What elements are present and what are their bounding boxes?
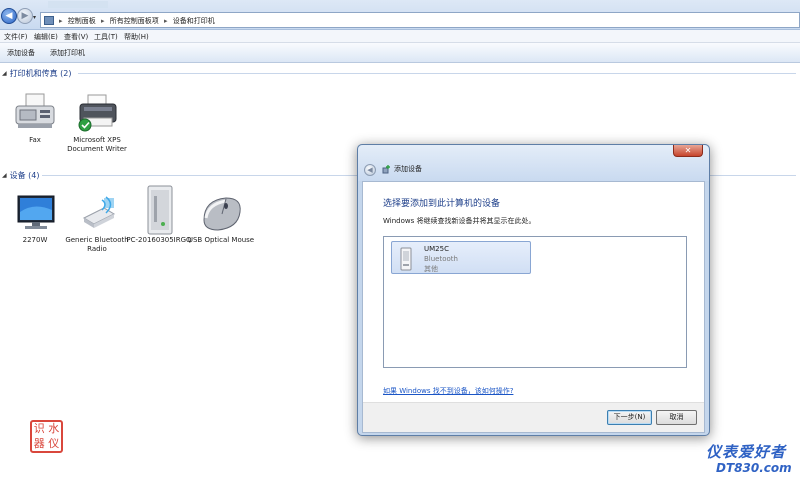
add-printer-button[interactable]: 添加打印机 [50, 48, 85, 58]
mouse-icon [196, 192, 246, 236]
device-label: Microsoft XPS Document Writer [67, 136, 127, 153]
menu-view[interactable]: 查看(V) [64, 32, 88, 42]
history-dropdown-icon[interactable]: ▾ [33, 14, 36, 21]
seal-char: 水 [48, 422, 60, 435]
address-box[interactable]: ▸ 控制面板 ▸ 所有控制面板项 ▸ 设备和打印机 [40, 12, 800, 28]
command-bar: 添加设备 添加打印机 [0, 43, 800, 63]
breadcrumb-separator: ▸ [163, 17, 168, 25]
add-device-button[interactable]: 添加设备 [7, 48, 35, 58]
breadcrumb-control-panel[interactable]: 控制面板 [68, 17, 96, 25]
menu-tools[interactable]: 工具(T) [94, 32, 118, 42]
found-device-item[interactable]: UM25C Bluetooth 其他 [391, 241, 531, 274]
device-mouse[interactable]: USB Optical Mouse [186, 192, 256, 245]
address-bar: ◀ ▶ ▾ ▸ 控制面板 ▸ 所有控制面板项 ▸ 设备和打印机 [0, 0, 800, 30]
window-title-bar [48, 1, 108, 8]
device-label: Fax [29, 136, 41, 144]
dialog-close-button[interactable]: ✕ [673, 145, 703, 157]
breadcrumb: ▸ 控制面板 ▸ 所有控制面板项 ▸ 设备和打印机 [59, 16, 218, 26]
device-fax[interactable]: Fax [0, 92, 70, 145]
seal-watermark: 识 水 器 仪 [30, 420, 63, 453]
group-title: 打印机和传真 (2) [9, 69, 72, 78]
breadcrumb-separator: ▸ [100, 17, 105, 25]
monitor-icon [10, 192, 60, 236]
device-label: USB Optical Mouse [187, 236, 255, 244]
collapse-icon: ◢ [2, 172, 7, 179]
brand-watermark: 仪表爱好者 [706, 443, 787, 461]
bluetooth-adapter-icon [72, 192, 122, 236]
add-device-dialog: ✕ ◀ 添加设备 选择要添加到此计算机的设备 Windows 将继续查找新设备并… [357, 144, 710, 436]
device-monitor[interactable]: 2270W [0, 192, 70, 245]
add-device-icon [382, 164, 391, 174]
forward-button[interactable]: ▶ [17, 8, 33, 24]
menu-edit[interactable]: 编辑(E) [34, 32, 58, 42]
dialog-title-text: 添加设备 [394, 165, 422, 173]
dialog-title: 添加设备 [382, 164, 422, 174]
group-divider [78, 73, 796, 74]
dialog-heading: 选择要添加到此计算机的设备 [383, 199, 501, 209]
device-label: 2270W [22, 236, 48, 244]
cancel-button[interactable]: 取消 [656, 410, 697, 425]
device-label: PC-20160305IRGQ [126, 236, 192, 244]
menu-bar: 文件(F) 编辑(E) 查看(V) 工具(T) 帮助(H) [0, 30, 800, 43]
dialog-titlebar: ✕ ◀ 添加设备 [358, 145, 709, 181]
computer-icon [134, 182, 184, 236]
found-device-list[interactable]: UM25C Bluetooth 其他 [383, 236, 687, 368]
breadcrumb-separator: ▸ [59, 17, 63, 25]
group-header-printers[interactable]: ◢ 打印机和传真 (2) [2, 68, 72, 79]
group-title: 设备 (4) [9, 171, 40, 180]
generic-device-icon [399, 247, 413, 271]
seal-char: 识 [33, 422, 45, 435]
back-button[interactable]: ◀ [1, 8, 17, 24]
url-watermark: DT830.com [716, 461, 792, 475]
menu-file[interactable]: 文件(F) [4, 32, 28, 42]
collapse-icon: ◢ [2, 70, 7, 77]
device-computer[interactable]: PC-20160305IRGQ [124, 182, 194, 245]
found-device-category: 其他 [424, 265, 438, 273]
control-panel-icon [44, 16, 54, 25]
menu-help[interactable]: 帮助(H) [124, 32, 149, 42]
breadcrumb-devices-printers[interactable]: 设备和打印机 [173, 17, 215, 25]
device-xps-writer[interactable]: Microsoft XPS Document Writer [62, 92, 132, 154]
next-button[interactable]: 下一步(N) [607, 410, 652, 425]
device-bluetooth-radio[interactable]: Generic Bluetooth Radio [62, 192, 132, 254]
help-link[interactable]: 如果 Windows 找不到设备，该如何操作? [383, 386, 513, 396]
dialog-body: 选择要添加到此计算机的设备 Windows 将继续查找新设备并将其显示在此处。 … [362, 181, 705, 433]
dialog-back-button[interactable]: ◀ [364, 164, 376, 176]
dialog-subtitle: Windows 将继续查找新设备并将其显示在此处。 [383, 217, 536, 225]
seal-char: 仪 [48, 436, 60, 450]
breadcrumb-all-items[interactable]: 所有控制面板项 [110, 17, 159, 25]
found-device-name: UM25C [424, 245, 449, 253]
printer-icon [72, 92, 122, 136]
dialog-footer: 下一步(N) 取消 [363, 402, 704, 432]
seal-char: 器 [33, 436, 45, 450]
device-label: Generic Bluetooth Radio [65, 236, 129, 253]
found-device-type: Bluetooth [424, 255, 458, 263]
group-header-devices[interactable]: ◢ 设备 (4) [2, 170, 40, 181]
fax-icon [10, 92, 60, 136]
